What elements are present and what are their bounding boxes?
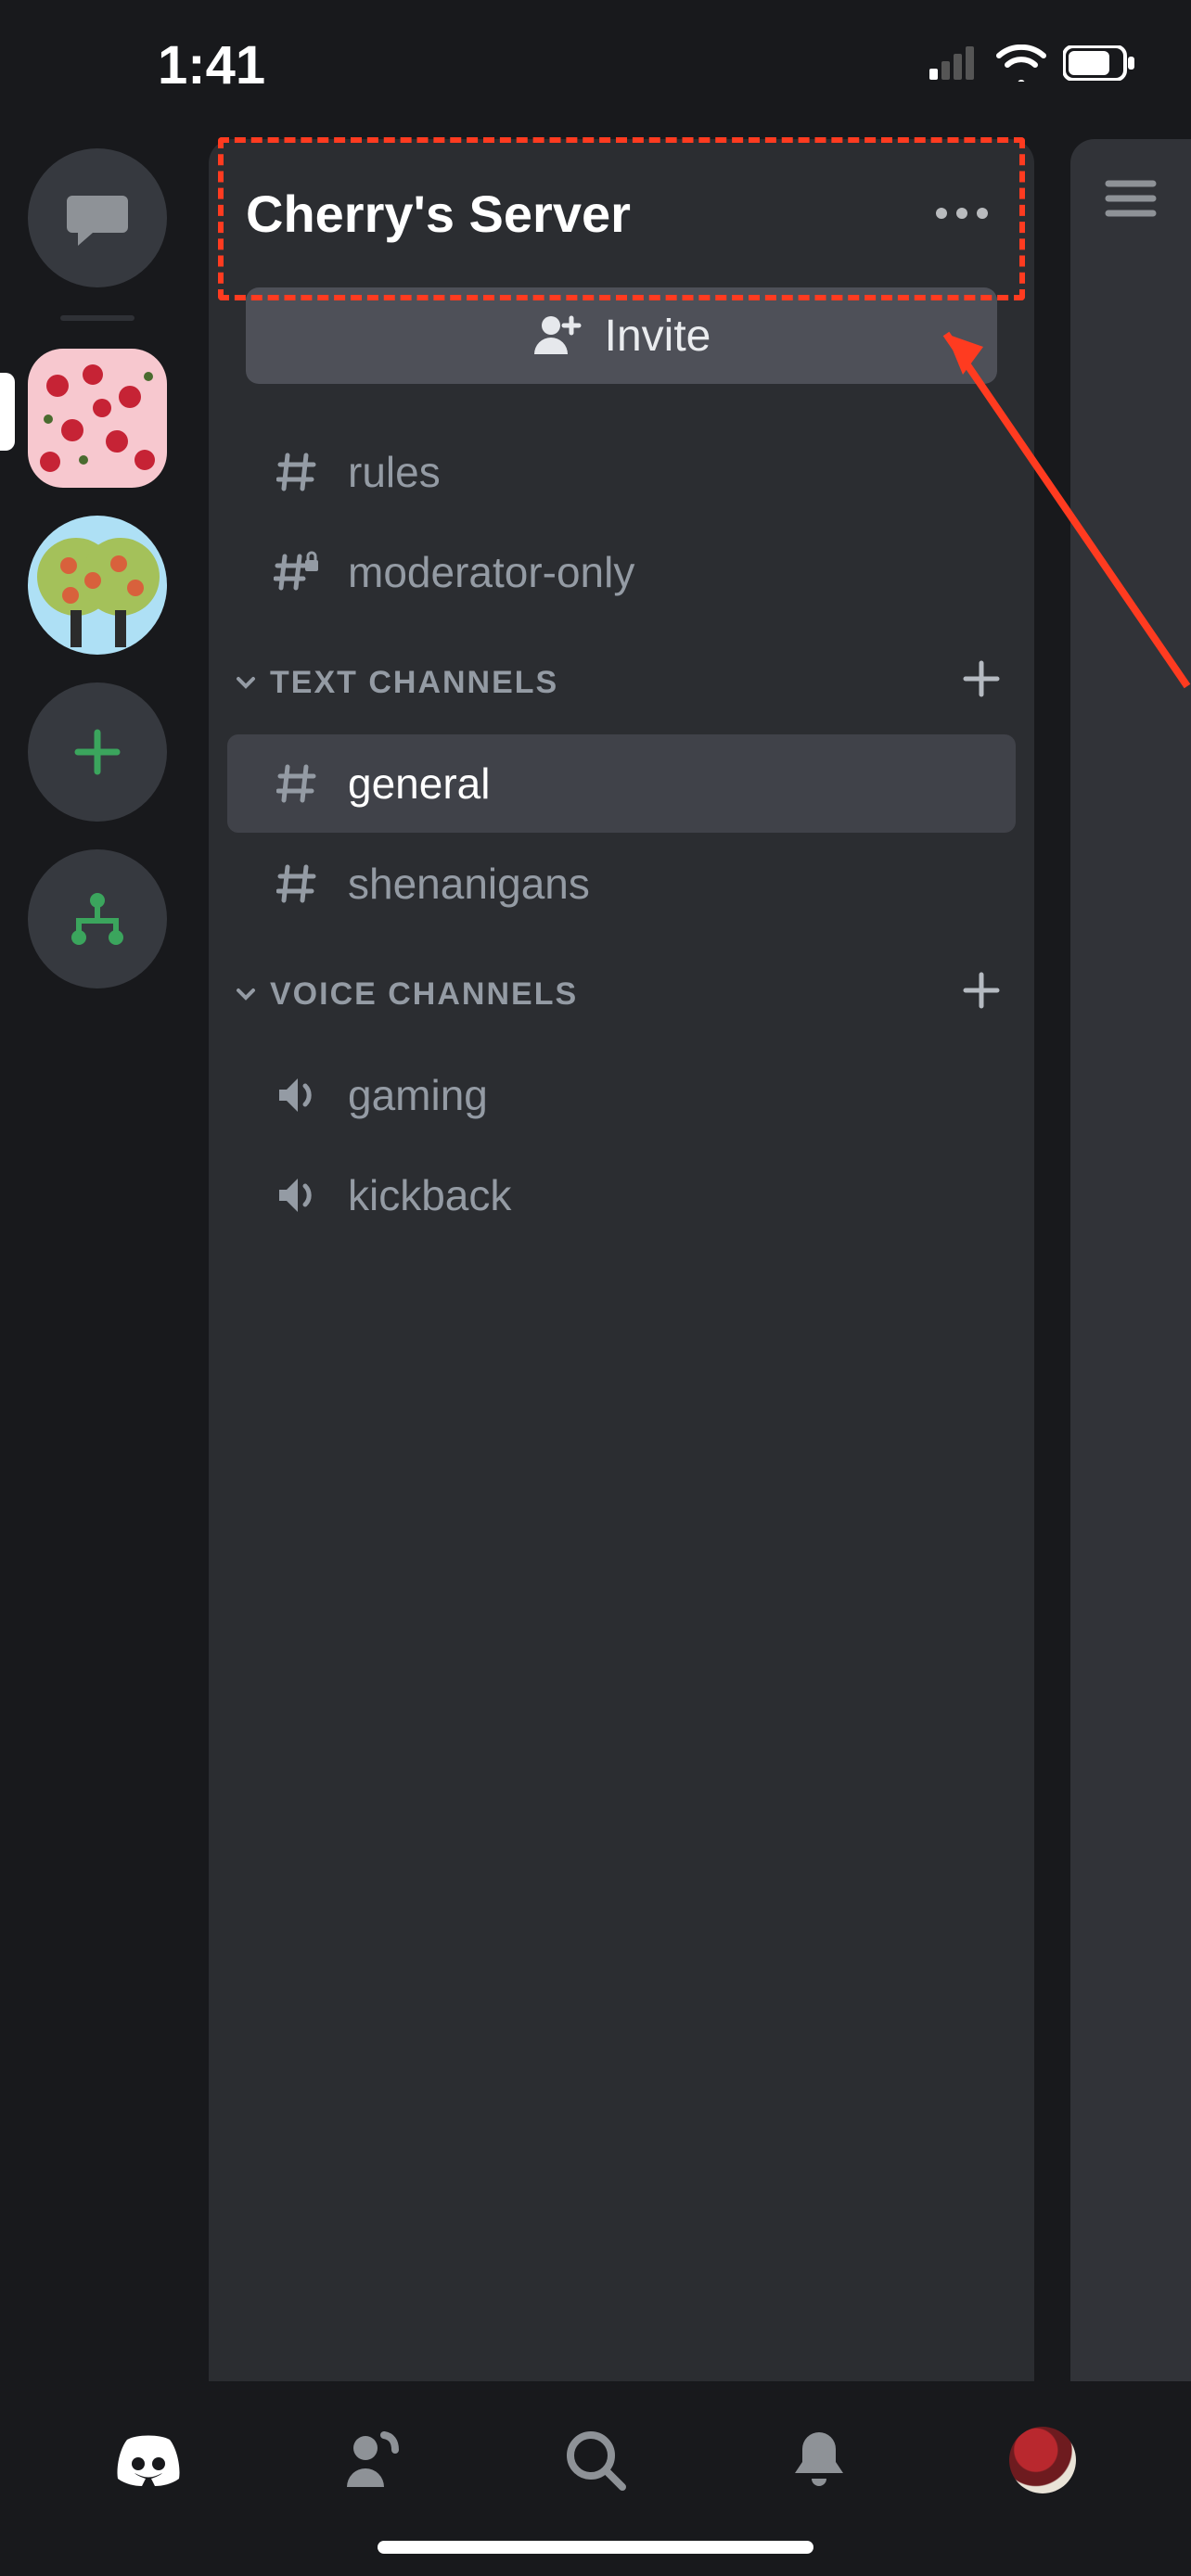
channel-rules[interactable]: rules	[227, 423, 1016, 521]
chevron-down-icon	[235, 671, 257, 694]
channel-moderator-only[interactable]: moderator-only	[227, 523, 1016, 621]
speaker-icon	[274, 1175, 320, 1216]
add-channel-button[interactable]	[962, 966, 1001, 1022]
channel-name: rules	[348, 447, 441, 497]
channel-shenanigans[interactable]: shenanigans	[227, 835, 1016, 933]
speaker-icon	[274, 1075, 320, 1116]
hash-icon	[274, 452, 320, 492]
category-text-channels[interactable]: TEXT CHANNELS	[209, 623, 1034, 733]
tab-profile[interactable]	[1005, 2423, 1080, 2497]
chevron-down-icon	[235, 983, 257, 1005]
home-indicator	[378, 2541, 813, 2554]
trees-icon	[28, 516, 167, 655]
bottom-tab-bar	[0, 2381, 1191, 2576]
server-icon-cherries[interactable]	[28, 349, 167, 488]
channel-name: general	[348, 759, 490, 809]
active-server-pill	[0, 373, 15, 451]
category-voice-channels[interactable]: VOICE CHANNELS	[209, 935, 1034, 1044]
server-discovery-button[interactable]	[28, 849, 167, 988]
wifi-icon	[996, 45, 1046, 86]
channel-name: moderator-only	[348, 547, 634, 597]
tab-home[interactable]	[111, 2423, 186, 2497]
server-header[interactable]: Cherry's Server	[209, 139, 1034, 287]
bell-icon	[791, 2429, 847, 2492]
server-title: Cherry's Server	[246, 184, 631, 244]
invite-button[interactable]: Invite	[246, 287, 997, 384]
tab-search[interactable]	[558, 2423, 633, 2497]
avatar	[1009, 2427, 1076, 2493]
channel-name: shenanigans	[348, 859, 590, 909]
search-icon	[563, 2428, 628, 2493]
add-channel-button[interactable]	[962, 655, 1001, 710]
status-bar: 1:41	[0, 0, 1191, 130]
voice-channel-gaming[interactable]: gaming	[227, 1046, 1016, 1144]
more-icon	[936, 208, 947, 219]
voice-channel-kickback[interactable]: kickback	[227, 1146, 1016, 1244]
tab-friends[interactable]	[335, 2423, 409, 2497]
channel-list: rules moderator-only TEXT CHANNELS	[209, 384, 1034, 1246]
more-icon	[956, 208, 967, 219]
channel-name: gaming	[348, 1070, 488, 1120]
wave-person-icon	[341, 2429, 403, 2491]
cherries-photo-icon	[28, 349, 167, 488]
plus-icon	[72, 727, 122, 777]
server-rail	[0, 139, 195, 2576]
status-icons	[929, 45, 1135, 86]
server-icon-trees[interactable]	[28, 516, 167, 655]
status-time: 1:41	[158, 34, 265, 96]
category-label: TEXT CHANNELS	[270, 665, 558, 701]
direct-messages-button[interactable]	[28, 148, 167, 287]
rail-separator	[60, 315, 134, 321]
hub-tree-icon	[68, 889, 127, 949]
add-server-button[interactable]	[28, 682, 167, 822]
channel-general[interactable]: general	[227, 734, 1016, 833]
discord-logo-icon	[112, 2432, 185, 2488]
plus-icon	[962, 659, 1001, 698]
plus-icon	[962, 971, 1001, 1010]
hamburger-menu-icon[interactable]	[1103, 176, 1159, 2381]
battery-icon	[1063, 45, 1135, 85]
cellular-icon	[929, 46, 980, 84]
chat-bubble-icon	[65, 190, 130, 246]
channel-name: kickback	[348, 1170, 511, 1220]
category-label: VOICE CHANNELS	[270, 976, 578, 1013]
invite-label: Invite	[605, 311, 711, 362]
hash-icon	[274, 863, 320, 904]
tab-notifications[interactable]	[782, 2423, 856, 2497]
hash-icon	[274, 763, 320, 804]
server-menu-button[interactable]	[936, 208, 988, 219]
more-icon	[977, 208, 988, 219]
channel-panel: Cherry's Server Invite rules	[209, 139, 1034, 2381]
main-chat-sliver[interactable]	[1070, 139, 1191, 2381]
invite-person-icon	[532, 313, 583, 359]
hash-lock-icon	[274, 551, 320, 593]
